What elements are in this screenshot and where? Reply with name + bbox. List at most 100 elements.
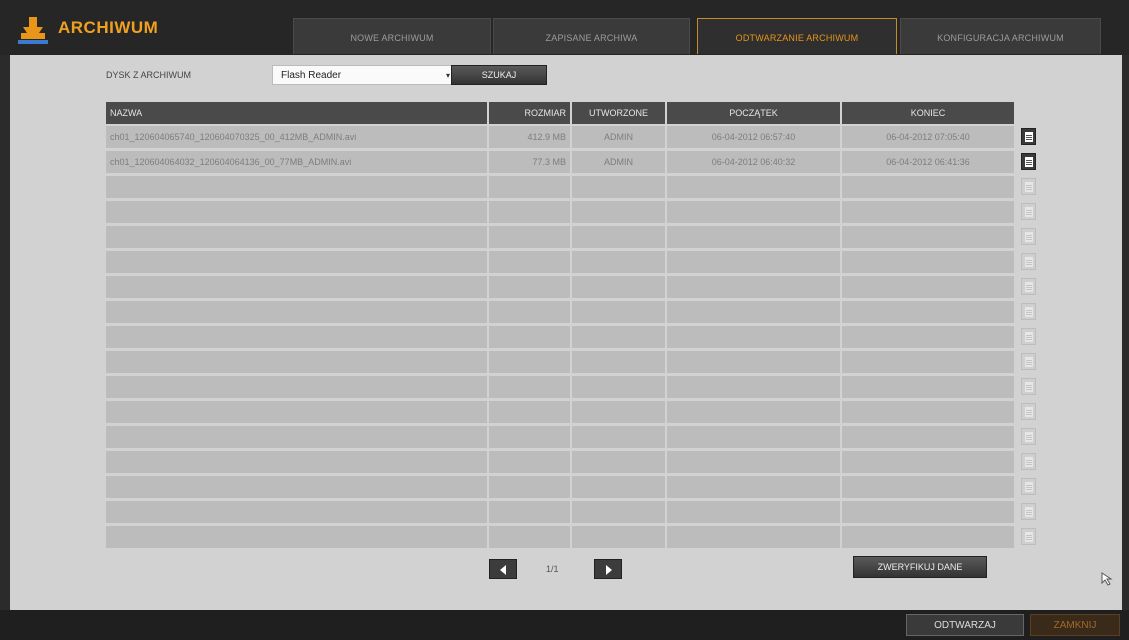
tab-odtwarzanie-archiwum[interactable]: ODTWARZANIE ARCHIWUM (697, 18, 897, 54)
cell-created (572, 251, 667, 273)
cell-created (572, 226, 667, 248)
cell-created (572, 476, 667, 498)
cell-created (572, 301, 667, 323)
table-row[interactable] (106, 476, 1016, 498)
chevron-down-icon: ▾ (445, 71, 450, 80)
table-row[interactable] (106, 276, 1016, 298)
table-row[interactable] (106, 451, 1016, 473)
cell-start (667, 526, 842, 548)
cell-size (489, 276, 572, 298)
cell-size (489, 201, 572, 223)
cell-created (572, 451, 667, 473)
table-row[interactable] (106, 351, 1016, 373)
table-row[interactable] (106, 176, 1016, 198)
table-row[interactable] (106, 201, 1016, 223)
arrow-right-icon (606, 565, 612, 575)
cell-size (489, 226, 572, 248)
cell-name (106, 176, 489, 198)
cell-start (667, 351, 842, 373)
cell-end (842, 301, 1016, 323)
cell-start (667, 226, 842, 248)
tab-konfiguracja-archiwum[interactable]: KONFIGURACJA ARCHIWUM (900, 18, 1101, 54)
cell-name (106, 226, 489, 248)
table-row[interactable]: ch01_120604064032_120604064136_00_77MB_A… (106, 151, 1016, 173)
cell-size (489, 301, 572, 323)
cell-size (489, 501, 572, 523)
cell-created (572, 401, 667, 423)
cell-size: 77.3 MB (489, 151, 572, 173)
cell-start (667, 501, 842, 523)
cell-name (106, 501, 489, 523)
cell-name (106, 351, 489, 373)
cell-end (842, 276, 1016, 298)
cell-end (842, 476, 1016, 498)
cell-size (489, 451, 572, 473)
table-row[interactable] (106, 526, 1016, 548)
table-row[interactable] (106, 326, 1016, 348)
document-icon[interactable] (1021, 128, 1036, 145)
prev-page-button[interactable] (489, 559, 517, 579)
cell-created (572, 376, 667, 398)
cell-start (667, 326, 842, 348)
document-icon (1021, 453, 1036, 470)
document-icon[interactable] (1021, 153, 1036, 170)
table-row[interactable] (106, 401, 1016, 423)
cell-end (842, 451, 1016, 473)
table-row[interactable] (106, 251, 1016, 273)
cell-start (667, 301, 842, 323)
cell-name (106, 201, 489, 223)
cell-created: ADMIN (572, 151, 667, 173)
tab-nowe-archiwum[interactable]: NOWE ARCHIWUM (293, 18, 491, 54)
cell-size (489, 176, 572, 198)
cell-end (842, 326, 1016, 348)
cell-end (842, 176, 1016, 198)
cell-start (667, 276, 842, 298)
table-row[interactable]: ch01_120604065740_120604070325_00_412MB_… (106, 126, 1016, 148)
cell-size (489, 526, 572, 548)
table-row[interactable] (106, 376, 1016, 398)
close-button[interactable]: ZAMKNIJ (1030, 614, 1120, 636)
header-size: ROZMIAR (489, 102, 572, 124)
cell-end (842, 226, 1016, 248)
table-row[interactable] (106, 301, 1016, 323)
header-created: UTWORZONE (572, 102, 667, 124)
document-icon (1021, 503, 1036, 520)
cell-start (667, 476, 842, 498)
cell-size (489, 326, 572, 348)
disk-select[interactable]: Flash Reader ▾ (272, 65, 457, 85)
page-indicator: 1/1 (546, 564, 559, 574)
cell-end (842, 251, 1016, 273)
document-icon (1021, 378, 1036, 395)
table-row[interactable] (106, 426, 1016, 448)
tab-zapisane-archiwa[interactable]: ZAPISANE ARCHIWA (493, 18, 690, 54)
document-icon (1021, 428, 1036, 445)
cell-size (489, 376, 572, 398)
cell-start: 06-04-2012 06:40:32 (667, 151, 842, 173)
cell-created (572, 326, 667, 348)
search-button[interactable]: SZUKAJ (451, 65, 547, 85)
cell-created: ADMIN (572, 126, 667, 148)
table-row[interactable] (106, 501, 1016, 523)
document-icon (1021, 228, 1036, 245)
document-icon (1021, 178, 1036, 195)
document-icon (1021, 353, 1036, 370)
table-row[interactable] (106, 226, 1016, 248)
play-button[interactable]: ODTWARZAJ (906, 614, 1024, 636)
document-icon (1021, 278, 1036, 295)
main-panel: DYSK Z ARCHIWUM Flash Reader ▾ SZUKAJ NA… (10, 55, 1122, 610)
cell-created (572, 176, 667, 198)
document-icon (1021, 478, 1036, 495)
cell-size (489, 251, 572, 273)
archive-stamp-icon (18, 17, 48, 44)
cell-start (667, 176, 842, 198)
verify-data-button[interactable]: ZWERYFIKUJ DANE (853, 556, 987, 578)
next-page-button[interactable] (594, 559, 622, 579)
cell-end (842, 201, 1016, 223)
cell-name: ch01_120604065740_120604070325_00_412MB_… (106, 126, 489, 148)
cell-name (106, 451, 489, 473)
cell-end (842, 526, 1016, 548)
cell-end (842, 351, 1016, 373)
cell-name (106, 276, 489, 298)
cell-created (572, 201, 667, 223)
document-icon (1021, 253, 1036, 270)
